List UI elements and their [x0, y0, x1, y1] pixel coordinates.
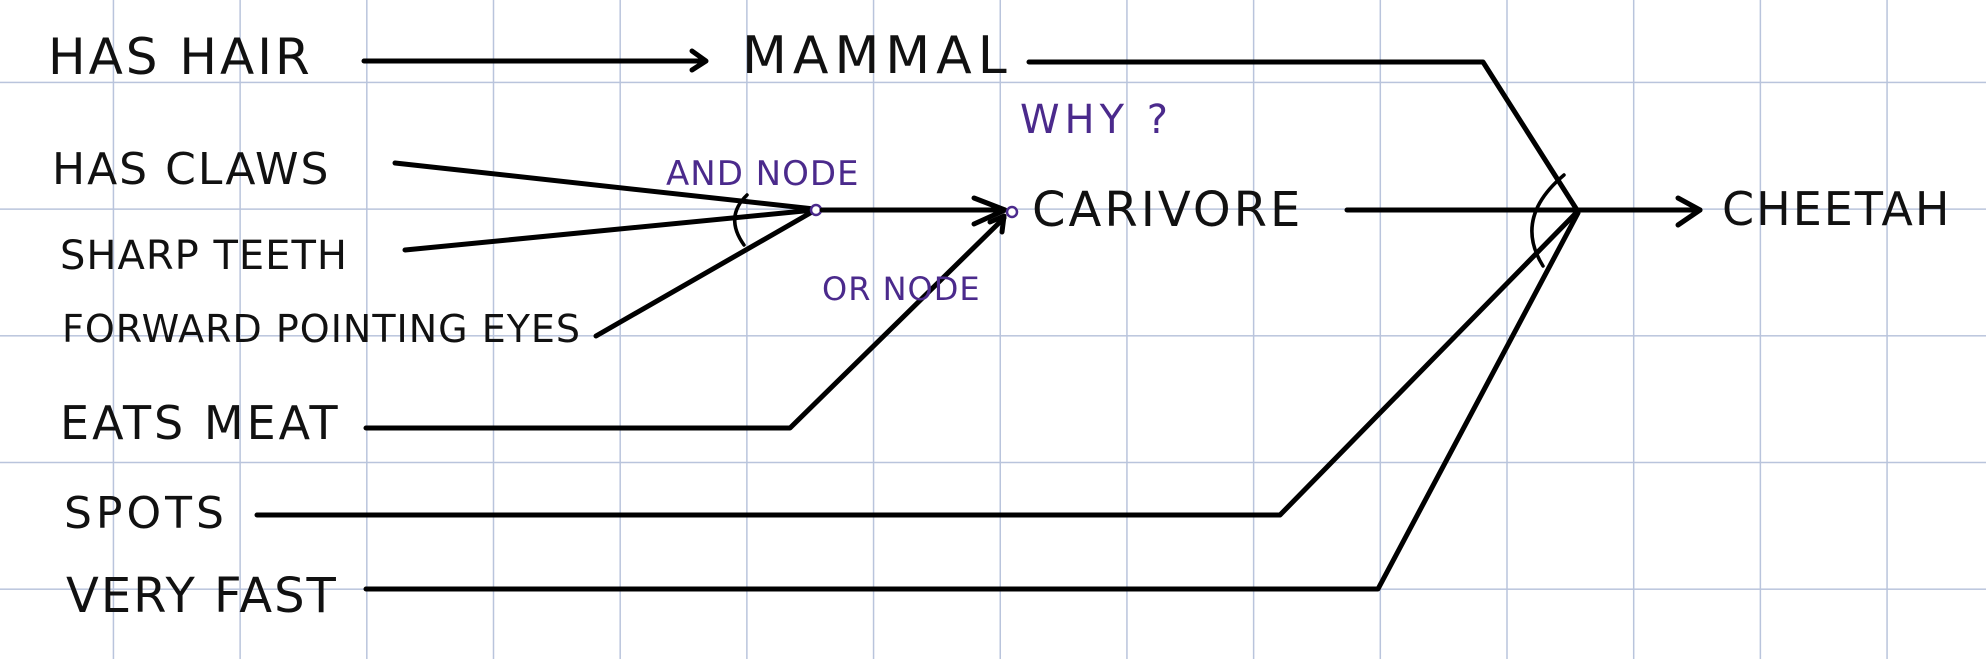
or-node-dot — [1005, 205, 1019, 219]
fact-has-hair: HAS HAIR — [48, 28, 313, 86]
conclusion-mammal: MAMMAL — [742, 26, 1013, 86]
conclusion-cheetah: CHEETAH — [1722, 182, 1952, 236]
annotation-why: WHY ? — [1020, 97, 1174, 143]
fact-very-fast: VERY FAST — [66, 568, 338, 624]
annotation-or-node: OR NODE — [822, 270, 981, 308]
fact-spots: SPOTS — [64, 488, 228, 539]
diagram-canvas: HAS HAIR HAS CLAWS SHARP TEETH FORWARD P… — [0, 0, 1986, 659]
fact-eats-meat: EATS MEAT — [60, 396, 341, 450]
spots-to-cheetah-edge — [254, 210, 1579, 518]
fact-forward-pointing-eyes: FORWARD POINTING EYES — [62, 307, 582, 351]
fact-has-claws: HAS CLAWS — [52, 144, 331, 195]
annotation-and-node: AND NODE — [666, 154, 860, 194]
fact-sharp-teeth: SHARP TEETH — [60, 233, 348, 279]
conclusion-carnivore: CARIVORE — [1032, 182, 1304, 238]
